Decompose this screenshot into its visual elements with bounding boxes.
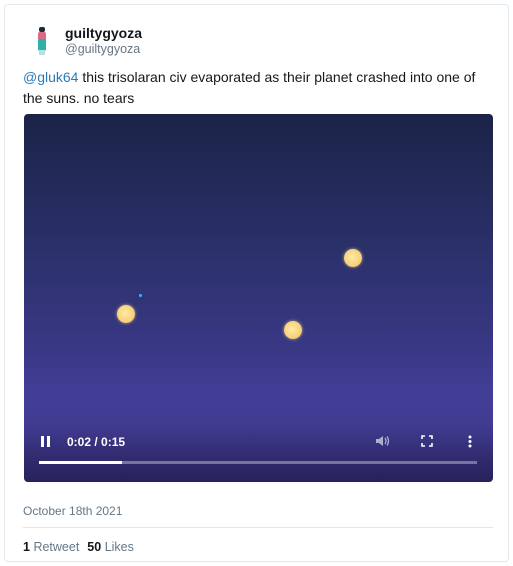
like-stat[interactable]: 50 Likes	[87, 540, 134, 554]
volume-icon[interactable]	[375, 434, 391, 451]
retweet-label: Retweet	[33, 540, 80, 554]
planet	[139, 294, 142, 297]
tweet-text: @gluk64 this trisolaran civ evaporated a…	[23, 67, 493, 109]
like-count: 50	[87, 540, 102, 554]
divider	[23, 527, 493, 528]
tweet-card: guiltygyoza @guiltygyoza @gluk64 this tr…	[4, 4, 509, 562]
video-player[interactable]: 0:02 / 0:15	[24, 114, 493, 482]
mention-link[interactable]: @gluk64	[23, 69, 78, 85]
tweet-header: guiltygyoza @guiltygyoza	[25, 21, 485, 65]
video-controls: 0:02 / 0:15	[24, 425, 493, 482]
video-progress-fill	[39, 461, 123, 464]
user-handle[interactable]: @guiltygyoza	[65, 42, 140, 56]
fullscreen-icon[interactable]	[421, 435, 433, 450]
like-label: Likes	[104, 540, 134, 554]
tweet-body: this trisolaran civ evaporated as their …	[23, 69, 476, 106]
tweet-date[interactable]: October 18th 2021	[23, 504, 122, 518]
display-name[interactable]: guiltygyoza	[65, 25, 142, 41]
avatar[interactable]	[25, 23, 61, 59]
more-options-icon[interactable]	[468, 435, 472, 451]
sun	[344, 249, 362, 267]
retweet-stat[interactable]: 1 Retweet	[23, 540, 79, 554]
video-time: 0:02 / 0:15	[67, 435, 126, 449]
video-progress-bar[interactable]	[39, 461, 477, 464]
tweet-stats: 1 Retweet 50 Likes	[23, 540, 134, 554]
sun	[284, 321, 302, 339]
sun	[117, 305, 135, 323]
pause-icon[interactable]	[40, 435, 52, 451]
retweet-count: 1	[23, 540, 30, 554]
